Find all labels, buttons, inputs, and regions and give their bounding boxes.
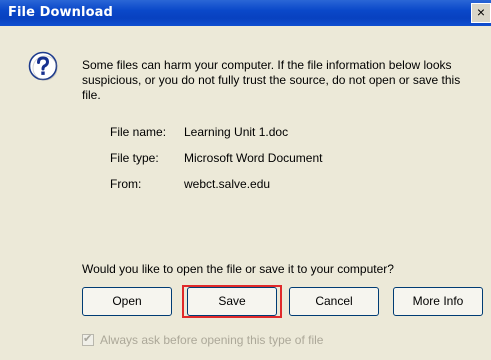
always-ask-label: Always ask before opening this type of f…	[100, 333, 324, 347]
file-download-dialog: File Download × Some files can harm your…	[0, 0, 491, 360]
warning-message: Some files can harm your computer. If th…	[82, 58, 461, 102]
file-type-value: Microsoft Word Document	[184, 151, 323, 165]
question-text: Would you like to open the file or save …	[82, 262, 394, 276]
file-name-label: File name:	[110, 125, 167, 139]
checkmark-icon: ✔	[83, 333, 93, 345]
close-icon[interactable]: ×	[471, 3, 491, 23]
cancel-button[interactable]: Cancel	[289, 287, 379, 316]
title-bar[interactable]: File Download ×	[0, 0, 491, 26]
window-title: File Download	[8, 5, 113, 20]
more-info-button[interactable]: More Info	[393, 287, 483, 316]
always-ask-checkbox[interactable]: ✔	[82, 333, 94, 346]
file-name-value: Learning Unit 1.doc	[184, 125, 289, 139]
save-button[interactable]: Save	[187, 287, 277, 316]
from-label: From:	[110, 177, 142, 191]
from-value: webct.salve.edu	[184, 177, 271, 191]
open-button[interactable]: Open	[82, 287, 172, 316]
question-icon	[28, 51, 58, 81]
file-type-label: File type:	[110, 151, 159, 165]
